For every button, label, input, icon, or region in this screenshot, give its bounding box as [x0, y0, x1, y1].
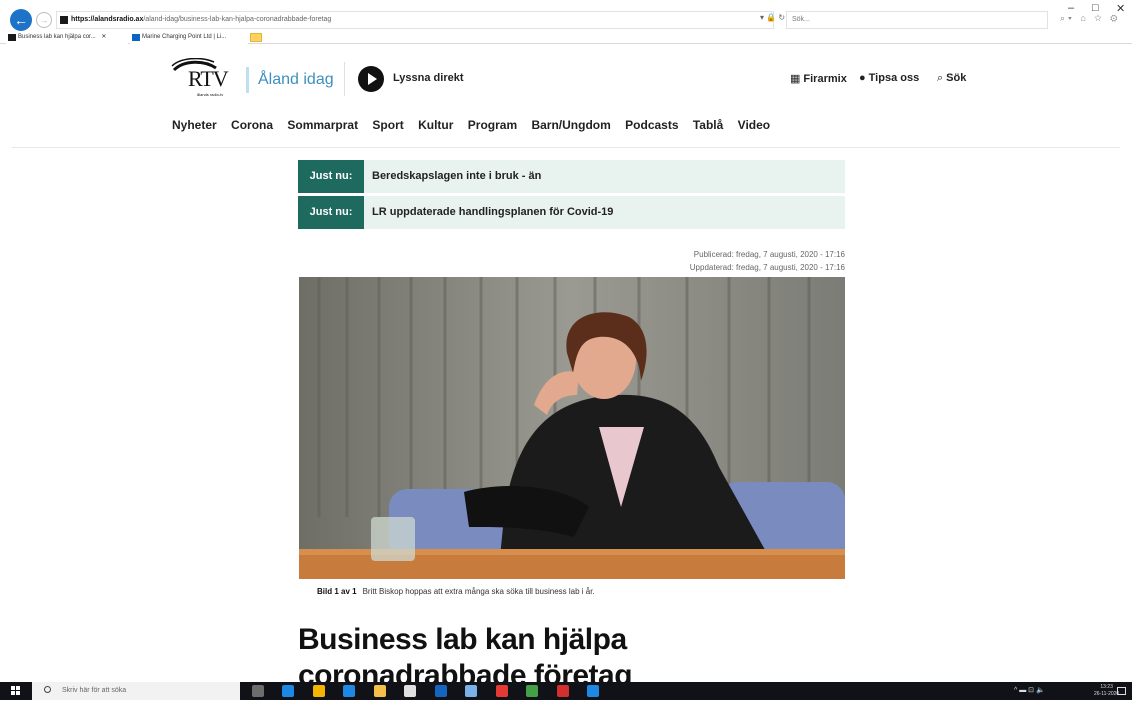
system-tray[interactable]: ^ ▬ ⊡ 🔈 [1014, 686, 1045, 694]
tab-label: Business lab kan hjälpa cor... [18, 34, 96, 40]
taskbar-apps [252, 685, 613, 703]
tipsa-oss-link[interactable]: ● Tipsa oss [859, 72, 919, 84]
acrobat-icon[interactable] [556, 685, 569, 697]
linkedin-icon [132, 34, 140, 41]
logo-divider [246, 67, 249, 93]
browser-toolbar-icons[interactable]: ⌕▾ ⌂ ☆ ⚙ [1060, 13, 1120, 24]
taskbar-search-placeholder: Skriv här för att söka [62, 687, 127, 694]
mail-icon[interactable] [434, 685, 447, 697]
url-host: https://alandsradio.ax [71, 16, 144, 23]
firarmix-link[interactable]: ▦ Firarmix [790, 72, 847, 85]
aland-idag-link[interactable]: Åland idag [258, 71, 334, 89]
word-icon[interactable] [586, 685, 599, 697]
address-bar-icons[interactable]: ▾ 🔒 ↻ [760, 13, 785, 22]
nav-item-program[interactable]: Program [468, 118, 517, 132]
search-label: Sök [946, 72, 967, 84]
chrome-icon[interactable] [312, 685, 325, 697]
address-bar[interactable]: https://alandsradio.ax/aland-idag/busine… [56, 11, 774, 29]
nav-item-sport[interactable]: Sport [372, 118, 403, 132]
tab-favicon [8, 34, 16, 41]
windows-taskbar: Skriv här för att söka ^ ▬ ⊡ 🔈 13:23 26-… [0, 682, 1132, 700]
edge-icon[interactable] [282, 685, 295, 697]
forward-button[interactable]: → [36, 12, 52, 28]
logo-name[interactable]: RTV [188, 66, 229, 92]
published-date: Publicerad: fredag, 7 augusti, 2020 - 17… [693, 250, 845, 259]
url-path: /aland-idag/business-lab-kan-hjalpa-coro… [143, 16, 332, 23]
task-view-icon[interactable] [252, 685, 264, 697]
tab-business-lab[interactable]: Business lab kan hjälpa cor... ✕ [6, 32, 128, 44]
main-nav: Nyheter Corona Sommarprat Sport Kultur P… [172, 118, 781, 132]
photo-caption: Bild 1 av 1 Britt Biskop hoppas att extra… [317, 587, 595, 596]
tab-label: Marine Charging Point Ltd | Li... [142, 34, 227, 40]
breaking-label: Just nu: [298, 160, 364, 193]
nav-item-tabla[interactable]: Tablå [693, 118, 723, 132]
header-divider [12, 147, 1120, 148]
breaking-news-item[interactable]: Just nu: LR uppdaterade handlingsplanen … [298, 196, 845, 229]
internet-explorer-icon[interactable] [343, 685, 356, 697]
nav-item-barn-ungdom[interactable]: Barn/Ungdom [531, 118, 610, 132]
listen-live-link[interactable]: Lyssna direkt [393, 72, 464, 84]
nav-item-nyheter[interactable]: Nyheter [172, 118, 217, 132]
nav-item-podcasts[interactable]: Podcasts [625, 118, 678, 132]
header-separator [344, 62, 345, 96]
nav-item-kultur[interactable]: Kultur [418, 118, 453, 132]
browser-chrome: ← → https://alandsradio.ax/aland-idag/bu… [0, 0, 1132, 44]
nav-item-video[interactable]: Video [738, 118, 770, 132]
image-counter: Bild 1 av 1 [317, 587, 357, 596]
speech-bubble-icon: ● [859, 72, 866, 84]
search-icon: ⌕ [937, 72, 944, 84]
photos-icon[interactable] [495, 685, 508, 697]
firarmix-label: Firarmix [803, 73, 847, 85]
windows-start-icon[interactable] [11, 686, 21, 696]
nav-item-sommarprat[interactable]: Sommarprat [287, 118, 358, 132]
browser-search-input[interactable]: Sök... [786, 11, 1048, 29]
tab-marine-charging[interactable]: Marine Charging Point Ltd | Li... [130, 32, 248, 44]
breaking-label: Just nu: [298, 196, 364, 229]
nav-item-corona[interactable]: Corona [231, 118, 273, 132]
clock-time: 13:23 [1100, 684, 1113, 690]
logo-subtitle: ålands radio-tv [197, 92, 224, 97]
breaking-news-item[interactable]: Just nu: Beredskapslagen inte i bruk - ä… [298, 160, 845, 193]
updated-date: Uppdaterad: fredag, 7 augusti, 2020 - 17… [689, 263, 845, 272]
site-favicon [60, 16, 68, 24]
teams-icon[interactable] [526, 685, 539, 697]
building-icon: ▦ [790, 73, 801, 85]
back-button[interactable]: ← [10, 9, 32, 31]
clock-date: 26-11-2020 [1094, 691, 1120, 697]
article-photo[interactable] [299, 277, 845, 579]
taskbar-clock[interactable]: 13:23 26-11-2020 [1094, 684, 1119, 698]
new-tab-button[interactable] [250, 33, 262, 42]
outlook-icon[interactable] [465, 685, 478, 697]
tab-close-icon[interactable]: ✕ [101, 34, 106, 40]
breaking-text[interactable]: Beredskapslagen inte i bruk - än [372, 160, 541, 193]
store-icon[interactable] [404, 685, 417, 697]
notification-icon[interactable] [1117, 687, 1126, 695]
taskbar-search-input[interactable]: Skriv här för att söka [32, 682, 240, 700]
breaking-text[interactable]: LR uppdaterade handlingsplanen för Covid… [372, 196, 613, 229]
play-icon[interactable] [358, 66, 384, 92]
caption-text: Britt Biskop hoppas att extra många ska … [362, 587, 595, 596]
tipsa-oss-label: Tipsa oss [868, 72, 920, 84]
search-icon [44, 686, 51, 693]
search-link[interactable]: ⌕ Sök [937, 72, 966, 85]
file-explorer-icon[interactable] [373, 685, 386, 697]
